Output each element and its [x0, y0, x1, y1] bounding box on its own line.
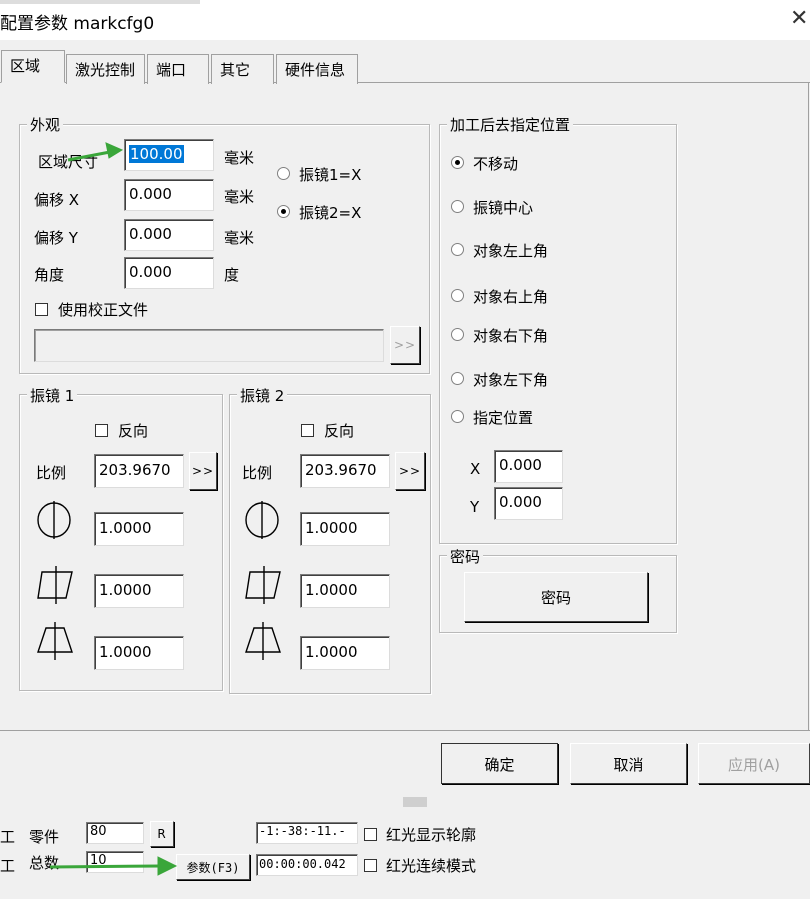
tab-area[interactable]: 区域 [1, 50, 65, 83]
annotation-arrows [49, 142, 178, 876]
arrow-to-params-button [49, 856, 178, 876]
arrow-to-area-size [67, 142, 124, 162]
